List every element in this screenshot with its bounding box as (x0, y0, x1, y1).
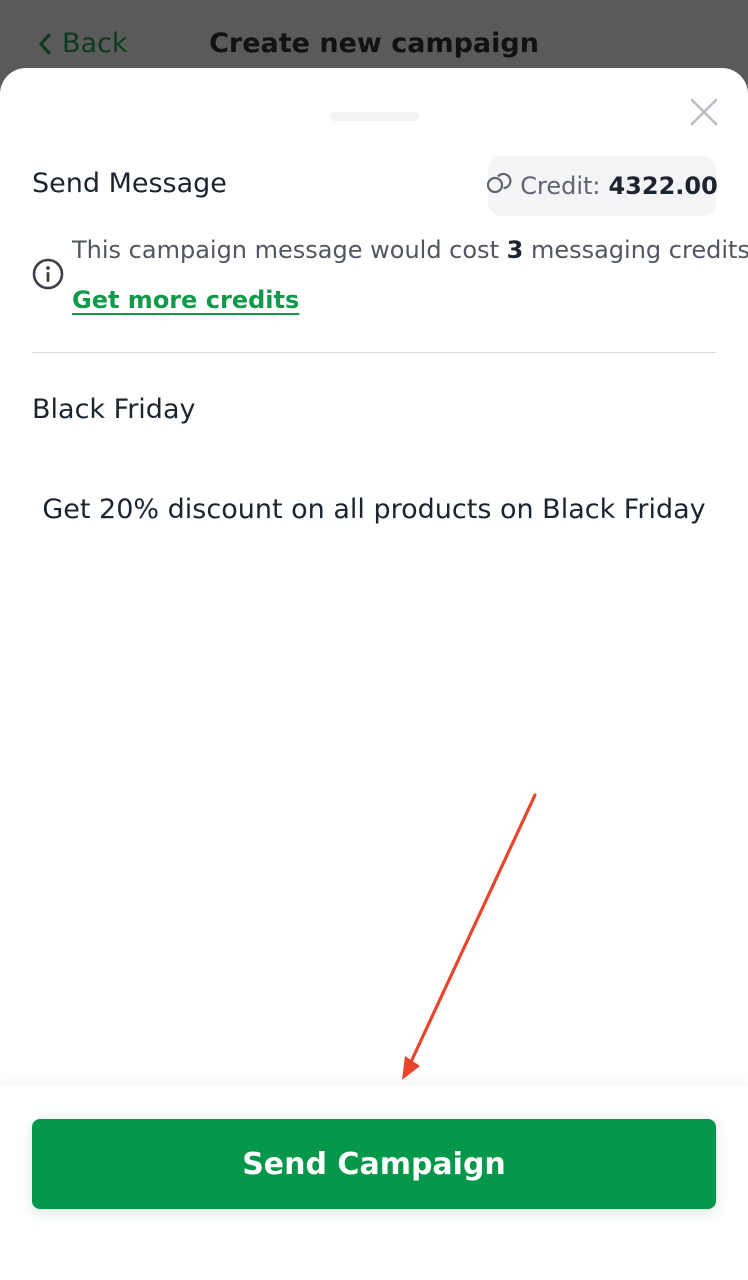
coins-icon (486, 170, 512, 202)
send-campaign-button[interactable]: Send Campaign (32, 1119, 716, 1209)
credit-label: Credit: (520, 172, 601, 200)
cost-info-prefix: This campaign message would cost (72, 236, 507, 264)
credit-badge: Credit: 4322.00 (486, 156, 718, 216)
sheet-title: Send Message (32, 168, 227, 199)
cost-value: 3 (506, 236, 524, 264)
close-button[interactable] (688, 96, 720, 128)
sheet-grabber[interactable] (330, 112, 420, 121)
cost-info-suffix: messaging credits. (523, 236, 748, 264)
campaign-name: Black Friday (32, 394, 196, 425)
campaign-message: Get 20% discount on all products on Blac… (42, 494, 706, 525)
close-icon (688, 98, 720, 132)
cost-info-text: This campaign message would cost 3 messa… (72, 236, 748, 264)
credit-value: 4322.00 (608, 172, 718, 200)
info-circle-icon (32, 258, 64, 290)
divider (32, 352, 716, 353)
page-title: Create new campaign (209, 28, 539, 59)
get-more-credits-link[interactable]: Get more credits (72, 286, 299, 314)
